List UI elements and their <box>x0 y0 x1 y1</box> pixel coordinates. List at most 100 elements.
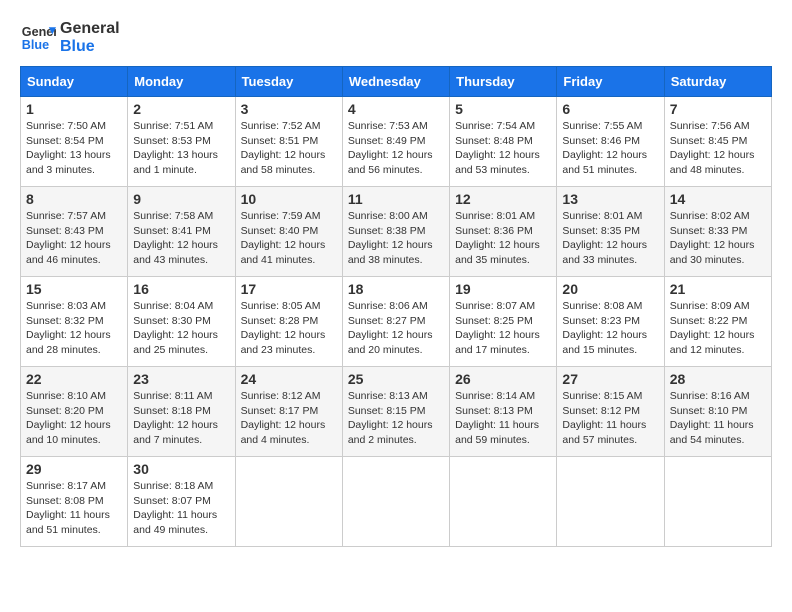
calendar-cell: 17 Sunrise: 8:05 AMSunset: 8:28 PMDaylig… <box>235 277 342 367</box>
day-number: 24 <box>241 371 337 387</box>
day-number: 17 <box>241 281 337 297</box>
weekday-header-wednesday: Wednesday <box>342 67 449 97</box>
day-info: Sunrise: 8:14 AMSunset: 8:13 PMDaylight:… <box>455 390 539 446</box>
day-number: 14 <box>670 191 766 207</box>
day-number: 7 <box>670 101 766 117</box>
day-info: Sunrise: 8:03 AMSunset: 8:32 PMDaylight:… <box>26 300 111 356</box>
calendar-body: 1 Sunrise: 7:50 AMSunset: 8:54 PMDayligh… <box>21 97 772 547</box>
day-number: 5 <box>455 101 551 117</box>
day-info: Sunrise: 8:08 AMSunset: 8:23 PMDaylight:… <box>562 300 647 356</box>
day-info: Sunrise: 8:04 AMSunset: 8:30 PMDaylight:… <box>133 300 218 356</box>
calendar-cell: 6 Sunrise: 7:55 AMSunset: 8:46 PMDayligh… <box>557 97 664 187</box>
calendar-cell: 15 Sunrise: 8:03 AMSunset: 8:32 PMDaylig… <box>21 277 128 367</box>
svg-text:Blue: Blue <box>22 38 49 52</box>
calendar-cell: 22 Sunrise: 8:10 AMSunset: 8:20 PMDaylig… <box>21 367 128 457</box>
day-info: Sunrise: 8:09 AMSunset: 8:22 PMDaylight:… <box>670 300 755 356</box>
calendar-cell: 4 Sunrise: 7:53 AMSunset: 8:49 PMDayligh… <box>342 97 449 187</box>
logo-general: General <box>60 20 120 38</box>
day-info: Sunrise: 8:13 AMSunset: 8:15 PMDaylight:… <box>348 390 433 446</box>
day-info: Sunrise: 8:12 AMSunset: 8:17 PMDaylight:… <box>241 390 326 446</box>
day-number: 13 <box>562 191 658 207</box>
week-row-1: 1 Sunrise: 7:50 AMSunset: 8:54 PMDayligh… <box>21 97 772 187</box>
day-info: Sunrise: 7:50 AMSunset: 8:54 PMDaylight:… <box>26 120 111 176</box>
day-info: Sunrise: 8:06 AMSunset: 8:27 PMDaylight:… <box>348 300 433 356</box>
day-number: 28 <box>670 371 766 387</box>
day-info: Sunrise: 7:59 AMSunset: 8:40 PMDaylight:… <box>241 210 326 266</box>
calendar-cell: 23 Sunrise: 8:11 AMSunset: 8:18 PMDaylig… <box>128 367 235 457</box>
calendar-cell: 29 Sunrise: 8:17 AMSunset: 8:08 PMDaylig… <box>21 457 128 547</box>
day-info: Sunrise: 8:07 AMSunset: 8:25 PMDaylight:… <box>455 300 540 356</box>
day-info: Sunrise: 7:54 AMSunset: 8:48 PMDaylight:… <box>455 120 540 176</box>
calendar-cell: 27 Sunrise: 8:15 AMSunset: 8:12 PMDaylig… <box>557 367 664 457</box>
calendar-cell: 2 Sunrise: 7:51 AMSunset: 8:53 PMDayligh… <box>128 97 235 187</box>
logo-blue: Blue <box>60 38 120 56</box>
day-number: 18 <box>348 281 444 297</box>
calendar-cell: 9 Sunrise: 7:58 AMSunset: 8:41 PMDayligh… <box>128 187 235 277</box>
week-row-4: 22 Sunrise: 8:10 AMSunset: 8:20 PMDaylig… <box>21 367 772 457</box>
calendar-cell: 8 Sunrise: 7:57 AMSunset: 8:43 PMDayligh… <box>21 187 128 277</box>
day-info: Sunrise: 8:01 AMSunset: 8:35 PMDaylight:… <box>562 210 647 266</box>
day-number: 6 <box>562 101 658 117</box>
calendar-cell: 10 Sunrise: 7:59 AMSunset: 8:40 PMDaylig… <box>235 187 342 277</box>
day-number: 16 <box>133 281 229 297</box>
weekday-header-monday: Monday <box>128 67 235 97</box>
day-info: Sunrise: 8:16 AMSunset: 8:10 PMDaylight:… <box>670 390 754 446</box>
day-info: Sunrise: 8:10 AMSunset: 8:20 PMDaylight:… <box>26 390 111 446</box>
day-number: 20 <box>562 281 658 297</box>
calendar-cell: 3 Sunrise: 7:52 AMSunset: 8:51 PMDayligh… <box>235 97 342 187</box>
logo-icon: General Blue <box>20 20 56 56</box>
calendar-cell: 24 Sunrise: 8:12 AMSunset: 8:17 PMDaylig… <box>235 367 342 457</box>
day-info: Sunrise: 8:05 AMSunset: 8:28 PMDaylight:… <box>241 300 326 356</box>
calendar-cell: 7 Sunrise: 7:56 AMSunset: 8:45 PMDayligh… <box>664 97 771 187</box>
calendar-cell <box>450 457 557 547</box>
day-info: Sunrise: 7:51 AMSunset: 8:53 PMDaylight:… <box>133 120 218 176</box>
day-info: Sunrise: 8:18 AMSunset: 8:07 PMDaylight:… <box>133 480 217 536</box>
day-number: 27 <box>562 371 658 387</box>
calendar-cell: 18 Sunrise: 8:06 AMSunset: 8:27 PMDaylig… <box>342 277 449 367</box>
day-number: 8 <box>26 191 122 207</box>
page-header: General Blue General Blue <box>20 20 772 56</box>
day-number: 10 <box>241 191 337 207</box>
day-number: 15 <box>26 281 122 297</box>
calendar-cell: 25 Sunrise: 8:13 AMSunset: 8:15 PMDaylig… <box>342 367 449 457</box>
day-number: 12 <box>455 191 551 207</box>
calendar-cell: 11 Sunrise: 8:00 AMSunset: 8:38 PMDaylig… <box>342 187 449 277</box>
weekday-header-saturday: Saturday <box>664 67 771 97</box>
calendar-cell: 21 Sunrise: 8:09 AMSunset: 8:22 PMDaylig… <box>664 277 771 367</box>
day-info: Sunrise: 8:01 AMSunset: 8:36 PMDaylight:… <box>455 210 540 266</box>
day-info: Sunrise: 8:15 AMSunset: 8:12 PMDaylight:… <box>562 390 646 446</box>
calendar-cell: 20 Sunrise: 8:08 AMSunset: 8:23 PMDaylig… <box>557 277 664 367</box>
day-number: 19 <box>455 281 551 297</box>
logo: General Blue General Blue <box>20 20 120 56</box>
day-number: 21 <box>670 281 766 297</box>
calendar-cell: 5 Sunrise: 7:54 AMSunset: 8:48 PMDayligh… <box>450 97 557 187</box>
calendar-cell: 12 Sunrise: 8:01 AMSunset: 8:36 PMDaylig… <box>450 187 557 277</box>
calendar-table: SundayMondayTuesdayWednesdayThursdayFrid… <box>20 66 772 547</box>
day-number: 4 <box>348 101 444 117</box>
day-info: Sunrise: 7:58 AMSunset: 8:41 PMDaylight:… <box>133 210 218 266</box>
day-info: Sunrise: 7:55 AMSunset: 8:46 PMDaylight:… <box>562 120 647 176</box>
day-number: 26 <box>455 371 551 387</box>
week-row-2: 8 Sunrise: 7:57 AMSunset: 8:43 PMDayligh… <box>21 187 772 277</box>
day-info: Sunrise: 8:17 AMSunset: 8:08 PMDaylight:… <box>26 480 110 536</box>
calendar-cell: 19 Sunrise: 8:07 AMSunset: 8:25 PMDaylig… <box>450 277 557 367</box>
day-info: Sunrise: 7:56 AMSunset: 8:45 PMDaylight:… <box>670 120 755 176</box>
day-number: 1 <box>26 101 122 117</box>
calendar-cell <box>235 457 342 547</box>
week-row-5: 29 Sunrise: 8:17 AMSunset: 8:08 PMDaylig… <box>21 457 772 547</box>
day-info: Sunrise: 7:53 AMSunset: 8:49 PMDaylight:… <box>348 120 433 176</box>
calendar-cell: 28 Sunrise: 8:16 AMSunset: 8:10 PMDaylig… <box>664 367 771 457</box>
day-number: 9 <box>133 191 229 207</box>
day-info: Sunrise: 8:11 AMSunset: 8:18 PMDaylight:… <box>133 390 218 446</box>
day-number: 22 <box>26 371 122 387</box>
weekday-header-friday: Friday <box>557 67 664 97</box>
calendar-cell: 16 Sunrise: 8:04 AMSunset: 8:30 PMDaylig… <box>128 277 235 367</box>
weekday-header-sunday: Sunday <box>21 67 128 97</box>
calendar-cell: 26 Sunrise: 8:14 AMSunset: 8:13 PMDaylig… <box>450 367 557 457</box>
calendar-cell <box>557 457 664 547</box>
calendar-cell <box>342 457 449 547</box>
day-number: 11 <box>348 191 444 207</box>
calendar-cell <box>664 457 771 547</box>
day-number: 23 <box>133 371 229 387</box>
day-info: Sunrise: 7:52 AMSunset: 8:51 PMDaylight:… <box>241 120 326 176</box>
